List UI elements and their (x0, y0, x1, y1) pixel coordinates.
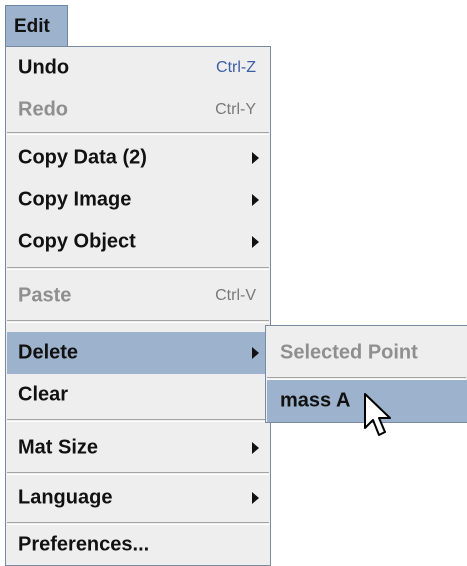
edit-menu-title[interactable]: Edit (5, 5, 68, 47)
submenu-arrow-icon (252, 236, 259, 248)
menu-item-copy-image[interactable]: Copy Image (7, 179, 269, 221)
menu-item-paste-shortcut: Ctrl-V (215, 287, 256, 304)
menu-item-undo-label: Undo (18, 56, 70, 79)
menu-item-delete-label: Delete (18, 341, 79, 364)
menu-item-copy-data-label: Copy Data (2) (18, 146, 147, 169)
menu-item-paste[interactable]: Paste Ctrl-V (7, 275, 269, 317)
menu-item-clear[interactable]: Clear (7, 374, 269, 416)
menu-item-delete[interactable]: Delete (7, 332, 269, 374)
menu-item-undo-shortcut: Ctrl-Z (216, 59, 256, 76)
menu-item-paste-label: Paste (18, 284, 72, 307)
submenu-arrow-icon (252, 492, 259, 504)
menu-item-copy-image-label: Copy Image (18, 188, 132, 211)
menu-item-preferences-label: Preferences... (18, 533, 150, 556)
menu-item-language-label: Language (18, 486, 113, 509)
submenu-arrow-icon (252, 152, 259, 164)
screen: Edit Undo Ctrl-Z Redo Ctrl-Y Copy Data (… (0, 0, 467, 566)
menu-separator (7, 267, 269, 270)
submenu-item-mass-a-label: mass A (280, 389, 351, 412)
menu-item-redo-shortcut: Ctrl-Y (215, 101, 256, 118)
edit-menu-dropdown: Undo Ctrl-Z Redo Ctrl-Y Copy Data (2) Co… (5, 46, 271, 566)
submenu-item-selected-point[interactable]: Selected Point (267, 332, 467, 374)
menu-item-mat-size[interactable]: Mat Size (7, 427, 269, 469)
menu-item-preferences[interactable]: Preferences... (7, 524, 269, 566)
menu-separator (7, 132, 269, 135)
menu-item-copy-object[interactable]: Copy Object (7, 221, 269, 263)
menu-separator (7, 419, 269, 422)
menu-item-undo[interactable]: Undo Ctrl-Z (7, 47, 269, 89)
submenu-arrow-icon (252, 347, 259, 359)
edit-menu-title-label: Edit (14, 15, 50, 37)
menu-item-clear-label: Clear (18, 383, 69, 406)
menu-item-redo-label: Redo (18, 98, 68, 121)
menu-item-redo[interactable]: Redo Ctrl-Y (7, 89, 269, 131)
menu-item-language[interactable]: Language (7, 477, 269, 519)
delete-submenu: Selected Point mass A (265, 325, 467, 423)
menu-item-copy-object-label: Copy Object (18, 230, 136, 253)
submenu-arrow-icon (252, 442, 259, 454)
submenu-arrow-icon (252, 194, 259, 206)
menu-item-copy-data[interactable]: Copy Data (2) (7, 137, 269, 179)
submenu-item-selected-point-label: Selected Point (280, 341, 418, 364)
menu-separator (7, 320, 269, 323)
menu-separator (7, 472, 269, 475)
menu-item-mat-size-label: Mat Size (18, 436, 99, 459)
submenu-item-mass-a[interactable]: mass A (267, 380, 467, 422)
